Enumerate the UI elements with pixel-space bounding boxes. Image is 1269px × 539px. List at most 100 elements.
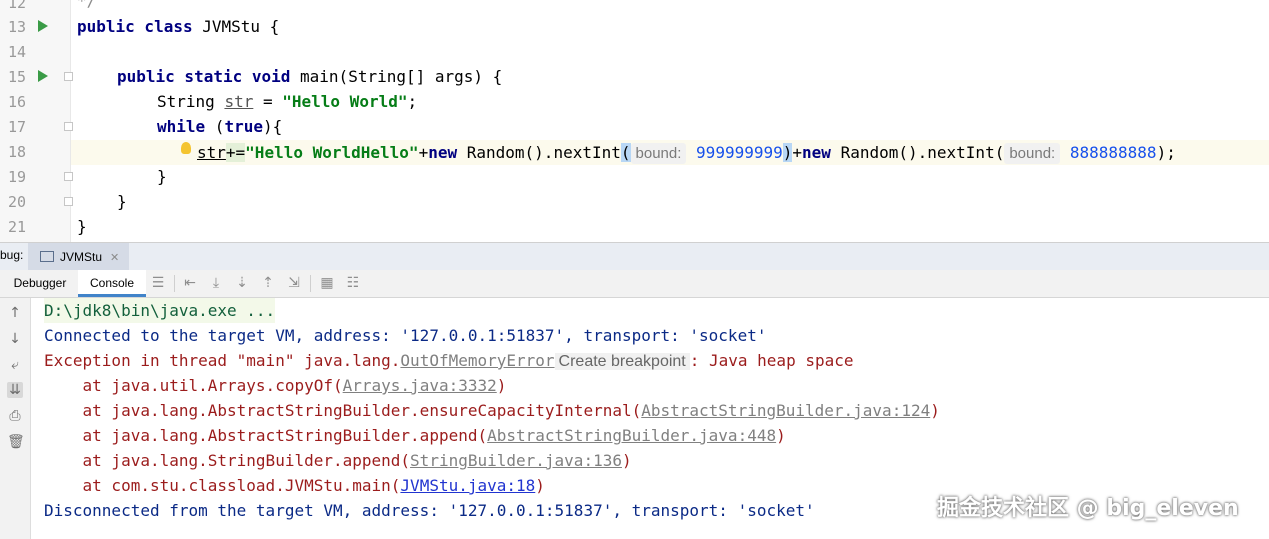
code-line-16: String str = "Hello World"; — [157, 89, 417, 114]
evaluate-expression-icon[interactable]: ▦ — [319, 275, 335, 291]
code-line-12: */ — [77, 0, 97, 10]
operator: += — [225, 143, 246, 162]
code-text: Random().nextInt( — [830, 143, 1005, 162]
console-window-icon — [40, 251, 54, 262]
stack-frame: at java.lang.StringBuilder.append(String… — [44, 448, 632, 473]
keyword: public static void — [117, 67, 291, 86]
keyword: new — [428, 143, 458, 162]
stack-frame: at java.lang.AbstractStringBuilder.ensur… — [44, 398, 940, 423]
line-number: 13 — [7, 18, 26, 36]
print-icon[interactable]: ⎙ — [7, 408, 23, 424]
code-text: = — [253, 92, 283, 111]
create-breakpoint-hint[interactable]: Create breakpoint — [554, 353, 690, 370]
toolbar-divider — [310, 275, 311, 292]
line-number: 20 — [7, 193, 26, 211]
toolbar-divider — [174, 275, 175, 292]
scroll-to-end-icon[interactable]: ⇊ — [7, 382, 23, 398]
number-literal: 999999999 — [696, 143, 783, 162]
code-text: String — [157, 92, 225, 111]
debug-session-tab[interactable]: JVMStu ✕ — [28, 243, 130, 271]
line-number: 14 — [7, 43, 26, 61]
stack-frame: at java.lang.AbstractStringBuilder.appen… — [44, 423, 786, 448]
line-number: 16 — [7, 93, 26, 111]
code-text: ; — [407, 92, 418, 111]
soft-wrap-icon[interactable]: ⤶ — [7, 357, 23, 373]
code-text: Random().nextInt — [457, 143, 621, 162]
run-to-cursor-icon[interactable]: ⇲ — [286, 275, 302, 291]
frame-text: ) — [930, 401, 940, 420]
line-number: 18 — [7, 143, 26, 161]
code-line-17: while (true){ — [157, 114, 282, 139]
frame-source-link[interactable]: AbstractStringBuilder.java:124 — [641, 401, 930, 420]
code-line-20: } — [117, 192, 127, 211]
fold-marker-icon[interactable] — [64, 197, 73, 206]
frame-text: ) — [496, 376, 507, 395]
exception-text: Exception in thread "main" java.lang. — [44, 351, 401, 370]
code-text: JVMStu { — [192, 17, 280, 36]
string-literal: "Hello WorldHello" — [245, 143, 419, 162]
code-text: main(String[] args) { — [290, 67, 503, 86]
keyword: true — [224, 117, 263, 136]
line-number: 21 — [7, 218, 26, 236]
show-execution-point-icon[interactable]: ⇤ — [182, 275, 198, 291]
frame-source-link[interactable]: AbstractStringBuilder.java:448 — [487, 426, 776, 445]
frame-text: at java.util.Arrays.copyOf( — [44, 376, 343, 395]
fold-marker-icon[interactable] — [64, 122, 73, 131]
exception-message: : Java heap space — [689, 351, 854, 370]
code-text: ){ — [262, 117, 283, 136]
tab-console[interactable]: Console — [78, 270, 146, 297]
console-connected-line: Connected to the target VM, address: '12… — [44, 326, 767, 345]
code-line-21: } — [77, 217, 87, 236]
step-out-icon[interactable]: ⇡ — [260, 275, 276, 291]
run-class-icon[interactable] — [38, 20, 48, 32]
stack-frame: at java.util.Arrays.copyOf(Arrays.java:3… — [44, 373, 507, 398]
debug-toolwindow-header: bug: JVMStu ✕ — [0, 242, 1269, 271]
keyword: public class — [77, 17, 193, 36]
code-editor[interactable]: 12 13 14 15 16 17 18 19 20 21 */ public … — [0, 0, 1269, 242]
run-main-icon[interactable] — [38, 70, 48, 82]
frame-text: at com.stu.classload.JVMStu.main( — [44, 476, 401, 495]
line-number: 12 — [7, 0, 26, 12]
frame-text: ) — [535, 476, 545, 495]
code-line-18: str+="Hello WorldHello"+new Random().nex… — [197, 140, 1176, 165]
frame-source-link[interactable]: JVMStu.java:18 — [400, 476, 535, 495]
tab-debugger[interactable]: Debugger — [8, 270, 72, 297]
code-text: ( — [205, 117, 225, 136]
trash-icon[interactable]: 🗑 — [7, 434, 25, 450]
line-number: 15 — [7, 68, 26, 86]
parameter-hint: bound: — [630, 143, 687, 164]
up-arrow-icon[interactable]: ↑ — [7, 305, 23, 321]
code-text: + — [418, 143, 429, 162]
code-text: ); — [1156, 143, 1176, 162]
frame-source-link[interactable]: StringBuilder.java:136 — [410, 451, 622, 470]
lightbulb-icon[interactable] — [181, 142, 191, 154]
paren-match: ) — [782, 143, 793, 162]
step-over-icon[interactable]: ⤓ — [208, 275, 224, 291]
line-number: 17 — [7, 118, 26, 136]
paren-match: ( — [620, 143, 631, 162]
exception-class-link[interactable]: OutOfMemoryError — [400, 351, 554, 370]
close-icon[interactable]: ✕ — [110, 252, 119, 264]
frame-source-link[interactable]: Arrays.java:3332 — [343, 376, 497, 395]
code-line-15: public static void main(String[] args) { — [117, 64, 502, 89]
watermark: 掘金技术社区 @ big_eleven — [937, 496, 1239, 521]
variable: str — [224, 92, 254, 111]
frame-text: at java.lang.AbstractStringBuilder.appen… — [44, 426, 488, 445]
parameter-hint: bound: — [1004, 143, 1061, 164]
number-literal: 888888888 — [1069, 143, 1157, 162]
code-line-13: public class JVMStu { — [77, 14, 279, 39]
trace-icon[interactable]: ☷ — [345, 275, 361, 291]
keyword: new — [802, 143, 831, 162]
keyword: while — [157, 117, 206, 136]
line-number: 19 — [7, 168, 26, 186]
stack-frame: at com.stu.classload.JVMStu.main(JVMStu.… — [44, 473, 545, 498]
menu-lines-icon[interactable]: ☰ — [150, 275, 166, 291]
down-arrow-icon[interactable]: ↓ — [7, 331, 23, 347]
fold-marker-icon[interactable] — [64, 72, 73, 81]
console-side-toolbar: ↑ ↓ ⤶ ⇊ ⎙ 🗑 — [0, 298, 31, 539]
console-command-line: D:\jdk8\bin\java.exe ... — [44, 298, 276, 323]
code-line-19: } — [157, 167, 167, 186]
step-into-icon[interactable]: ⇣ — [234, 275, 250, 291]
string-literal: "Hello World" — [282, 92, 408, 111]
fold-marker-icon[interactable] — [64, 172, 73, 181]
